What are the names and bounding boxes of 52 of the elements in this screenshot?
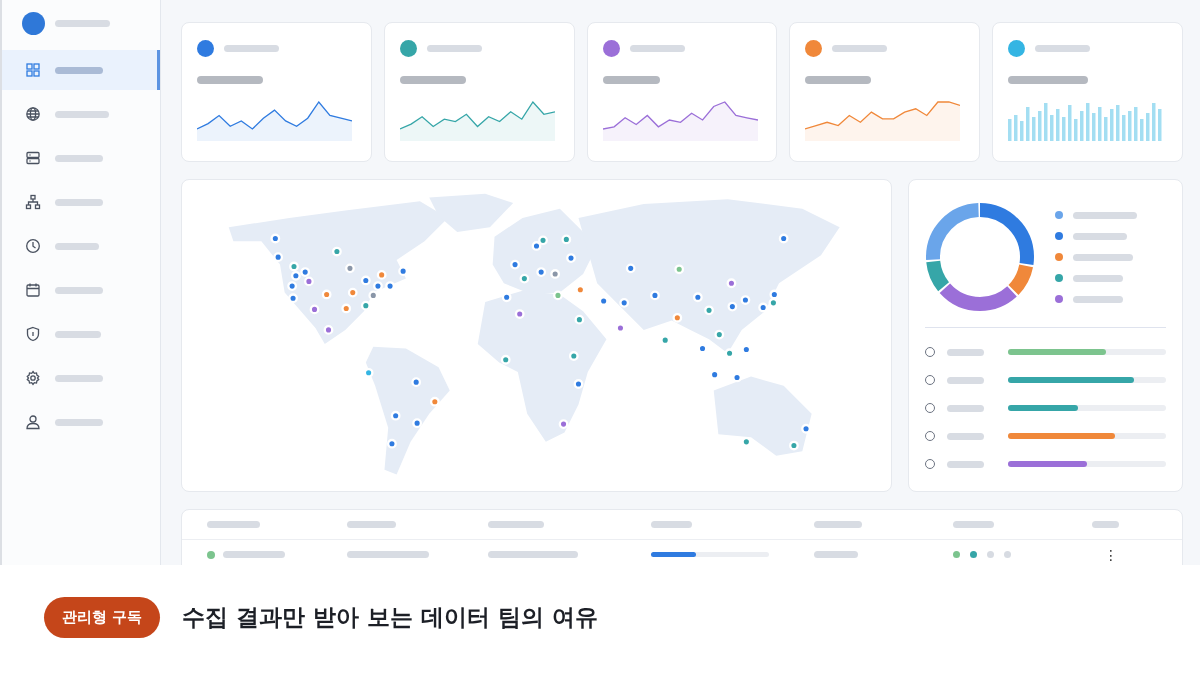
skeleton-bar bbox=[55, 198, 103, 206]
skeleton-bar bbox=[1073, 232, 1127, 240]
badge: 관리형 구독 bbox=[44, 596, 161, 638]
skeleton-bar bbox=[629, 45, 685, 52]
calendar-icon bbox=[25, 282, 41, 298]
skeleton-bar bbox=[55, 66, 103, 74]
skeleton-bar bbox=[223, 551, 285, 558]
skeleton-bar bbox=[55, 418, 103, 426]
skeleton-bar bbox=[55, 286, 103, 294]
skeleton-bar bbox=[1073, 274, 1123, 282]
grid-icon bbox=[25, 62, 41, 78]
sidebar-item[interactable] bbox=[2, 50, 160, 90]
skeleton-bar bbox=[488, 521, 544, 528]
skeleton-bar bbox=[947, 376, 984, 384]
skeleton-bar bbox=[602, 76, 660, 84]
skeleton-bar bbox=[947, 432, 984, 440]
skeleton-bar bbox=[197, 76, 263, 84]
settings-icon bbox=[25, 370, 41, 386]
skeleton-bar bbox=[1073, 211, 1137, 219]
skeleton-bar bbox=[947, 460, 984, 468]
clock-icon bbox=[25, 238, 41, 254]
skeleton-bar bbox=[55, 242, 99, 250]
shield-icon bbox=[25, 326, 41, 342]
skeleton-bar bbox=[832, 45, 888, 52]
skeleton-bar bbox=[1073, 295, 1123, 303]
skeleton-bar bbox=[947, 348, 984, 356]
more-button[interactable]: ⋮ bbox=[1092, 546, 1130, 563]
globe-icon bbox=[25, 106, 41, 122]
skeleton-bar bbox=[399, 76, 466, 84]
skeleton-bar bbox=[947, 404, 984, 412]
skeleton-bar bbox=[651, 521, 692, 528]
skeleton-bar bbox=[814, 551, 858, 558]
skeleton-bar bbox=[207, 521, 261, 528]
skeleton-bar bbox=[1092, 521, 1120, 528]
skeleton-bar bbox=[55, 154, 103, 162]
logo-icon bbox=[22, 11, 45, 35]
skeleton-bar bbox=[55, 110, 109, 118]
skeleton-bar bbox=[953, 521, 994, 528]
skeleton-bar bbox=[55, 19, 110, 27]
user-icon bbox=[25, 414, 41, 430]
hierarchy-icon bbox=[25, 194, 41, 210]
skeleton-bar bbox=[805, 76, 872, 84]
skeleton-bar bbox=[347, 521, 396, 528]
skeleton-bar bbox=[224, 45, 279, 52]
skeleton-bar bbox=[1073, 253, 1133, 261]
skeleton-bar bbox=[426, 45, 482, 52]
skeleton-bar bbox=[55, 330, 101, 338]
headline: 수집 결과만 받아 보는 데이터 팀의 여유 bbox=[182, 602, 599, 632]
server-icon bbox=[25, 150, 41, 166]
skeleton-bar bbox=[55, 374, 103, 382]
skeleton-bar bbox=[1035, 45, 1091, 52]
skeleton-bar bbox=[814, 521, 862, 528]
